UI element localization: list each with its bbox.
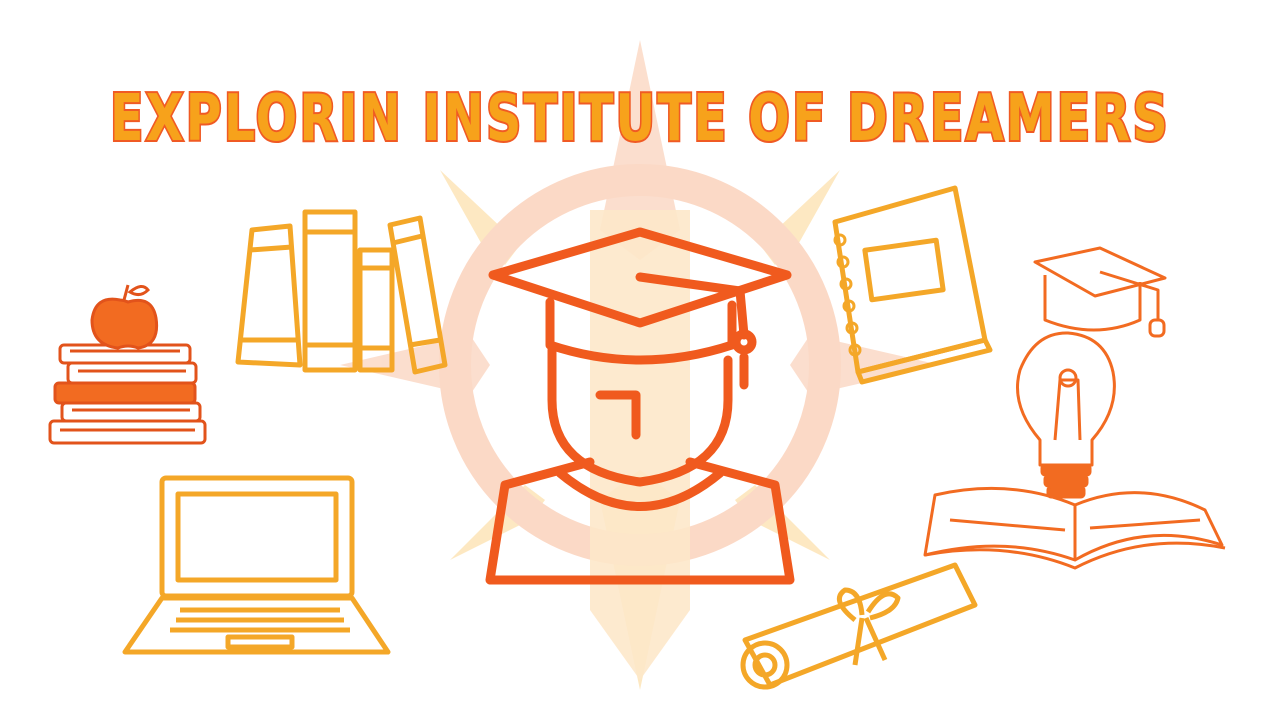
open-book-icon [923,486,1226,570]
lightbulb-icon [1016,331,1116,499]
title-graphic: EXPLORIN INSTITUTE OF DREAMERS [108,80,1170,158]
page-title: EXPLORIN INSTITUTE OF DREAMERS [0,60,1280,180]
notebook-icon [832,185,993,385]
graduation-cap-icon [1033,246,1167,338]
laptop-icon [122,475,391,655]
apple-on-books-icon [48,284,207,445]
hero-banner: EXPLORIN INSTITUTE OF DREAMERS [0,0,1280,720]
title-text: EXPLORIN INSTITUTE OF DREAMERS [110,82,1170,156]
